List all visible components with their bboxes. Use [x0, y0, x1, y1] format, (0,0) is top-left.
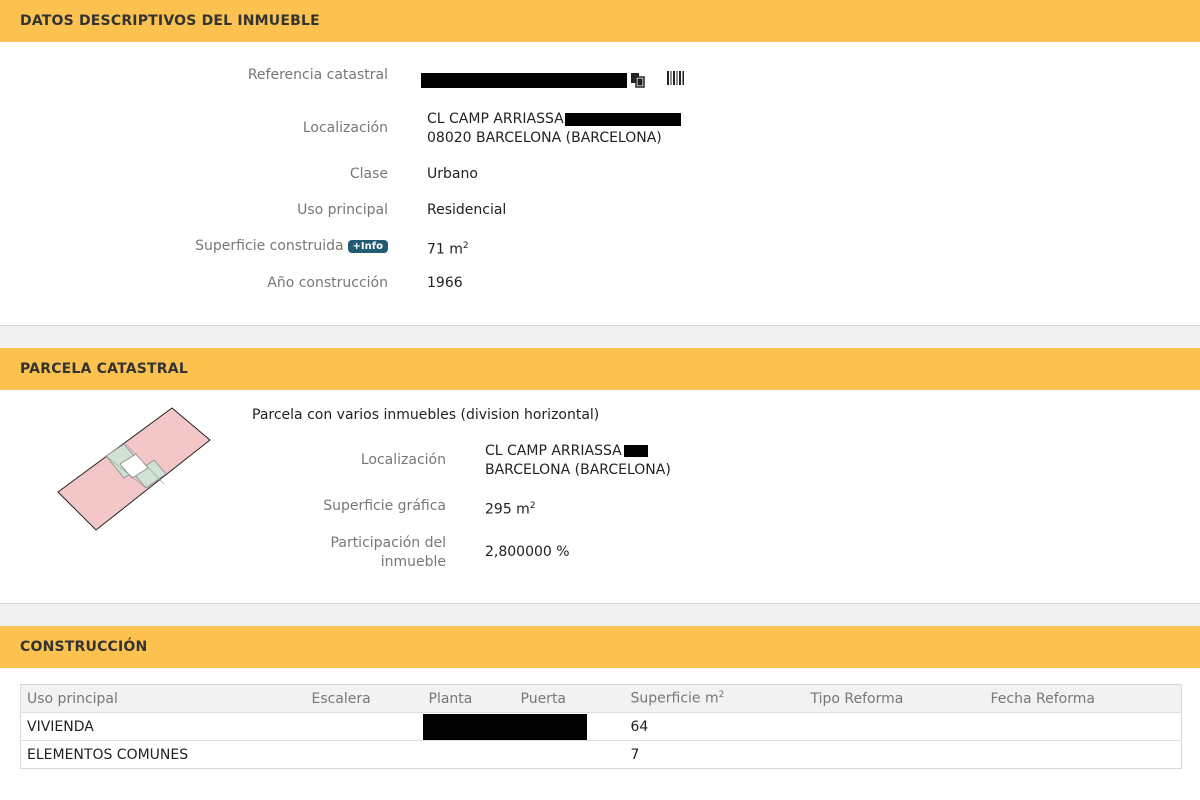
row-superficie: 64 — [624, 712, 805, 741]
clase-value: Urbano — [427, 166, 478, 182]
superficie-label: Superficie construida +Info — [195, 238, 388, 254]
construccion-header: CONSTRUCCIÓN — [0, 626, 1200, 668]
parcela-loc-label: Localización — [360, 452, 446, 468]
row-fecha-reforma — [984, 740, 1182, 769]
row-tipo-reforma — [804, 712, 985, 741]
parcel-map[interactable] — [50, 404, 220, 534]
parcela-loc-line1: CL CAMP ARRIASSA — [485, 443, 622, 459]
loc-label: Localización — [302, 120, 388, 136]
ano-label: Año construcción — [267, 275, 388, 291]
loc-line2: 08020 BARCELONA (BARCELONA) — [427, 130, 662, 146]
row-escalera — [305, 740, 423, 769]
superficie-label-text: Superficie construida — [195, 238, 344, 254]
row-tipo-reforma — [804, 740, 985, 769]
row-planta — [422, 740, 515, 769]
barcode-icon[interactable] — [667, 70, 685, 85]
row-fecha-reforma — [984, 712, 1182, 741]
parcela-loc-line2: BARCELONA (BARCELONA) — [485, 462, 671, 478]
ref-value — [421, 71, 627, 90]
ref-label: Referencia catastral — [247, 67, 388, 83]
part-label: Participación del inmueble — [331, 534, 446, 572]
supg-number: 295 m — [485, 501, 530, 518]
datos-header: DATOS DESCRIPTIVOS DEL INMUEBLE — [0, 0, 1200, 42]
supg-exp: 2 — [529, 501, 536, 511]
part-label-1: Participación del — [330, 535, 446, 551]
col-tipo-reforma: Tipo Reforma — [804, 684, 985, 713]
info-button[interactable]: +Info — [347, 240, 388, 253]
table-row: ELEMENTOS COMUNES 7 — [20, 740, 1182, 769]
table-row: VIVIENDA 64 — [20, 712, 1182, 741]
row-uso: VIVIENDA — [20, 712, 306, 741]
datos-panel: DATOS DESCRIPTIVOS DEL INMUEBLE Referenc… — [0, 0, 1200, 326]
uso-label: Uso principal — [297, 202, 388, 218]
part-value: 2,800000 % — [485, 544, 570, 560]
uso-value: Residencial — [427, 202, 507, 218]
row-puerta — [514, 740, 625, 769]
loc-value: CL CAMP ARRIASSA 08020 BARCELONA (BARCEL… — [427, 110, 681, 148]
row-planta-puerta — [422, 712, 625, 741]
parcela-panel: PARCELA CATASTRAL Parcela con varios inm… — [0, 348, 1200, 604]
col-fecha-reforma: Fecha Reforma — [984, 684, 1182, 713]
supg-value: 295 m2 — [485, 497, 536, 520]
redacted-block — [564, 112, 681, 126]
row-uso: ELEMENTOS COMUNES — [20, 740, 306, 769]
col-escalera: Escalera — [305, 684, 423, 713]
superficie-number: 71 m — [427, 241, 463, 258]
copy-icon[interactable] — [630, 72, 646, 88]
redacted-block — [623, 445, 648, 457]
superficie-exp: 2 — [462, 241, 469, 251]
clase-label: Clase — [349, 166, 388, 182]
parcela-loc-value: CL CAMP ARRIASSA BARCELONA (BARCELONA) — [485, 442, 671, 480]
redacted-block — [421, 72, 627, 88]
col-superficie-text: Superficie m — [630, 690, 719, 707]
redacted-block — [422, 713, 587, 740]
construccion-panel: CONSTRUCCIÓN Uso principal Escalera Plan… — [0, 626, 1200, 800]
col-superficie-exp: 2 — [718, 690, 725, 701]
superficie-value: 71 m2 — [427, 237, 469, 260]
col-planta: Planta — [422, 684, 515, 713]
col-puerta: Puerta — [514, 684, 625, 713]
col-uso: Uso principal — [20, 684, 306, 713]
row-superficie: 7 — [624, 740, 805, 769]
table-header-row: Uso principal Escalera Planta Puerta Sup… — [20, 684, 1182, 713]
loc-line1: CL CAMP ARRIASSA — [427, 111, 564, 127]
construccion-table: Uso principal Escalera Planta Puerta Sup… — [20, 684, 1182, 769]
parcela-header: PARCELA CATASTRAL — [0, 348, 1200, 390]
parcela-desc: Parcela con varios inmuebles (division h… — [252, 407, 600, 423]
part-label-2: inmueble — [380, 554, 446, 570]
supg-label: Superficie gráfica — [323, 498, 446, 514]
ano-value: 1966 — [427, 275, 463, 291]
col-superficie: Superficie m2 — [624, 684, 805, 713]
row-escalera — [305, 712, 423, 741]
